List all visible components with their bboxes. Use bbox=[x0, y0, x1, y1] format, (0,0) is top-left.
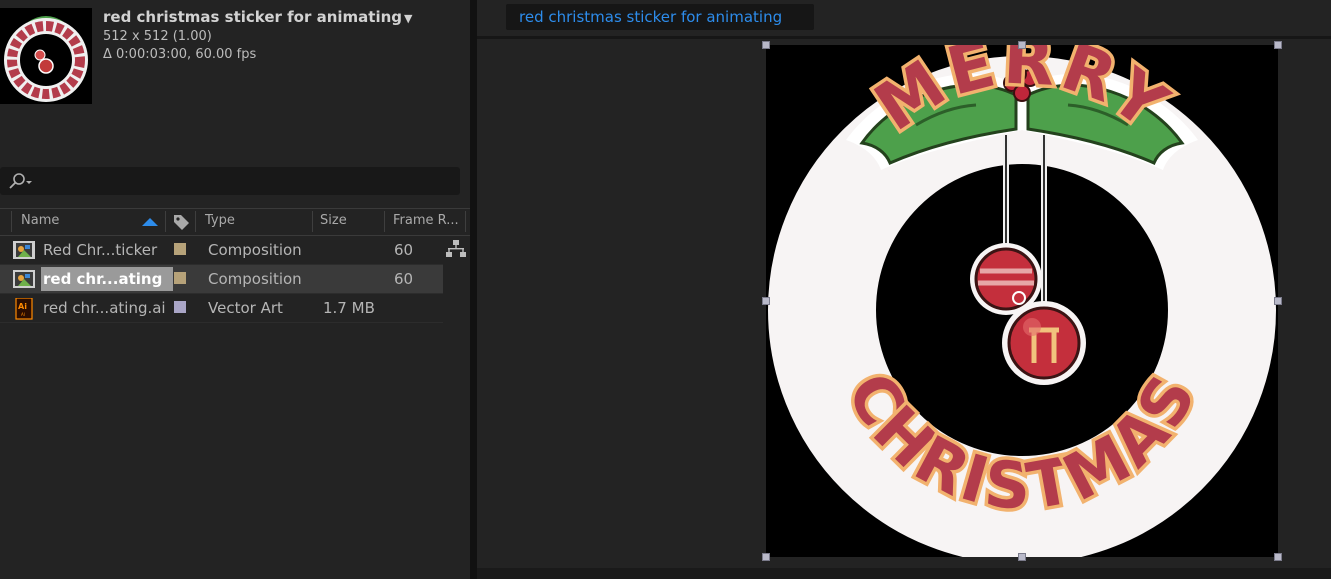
sort-ascending-icon[interactable] bbox=[141, 216, 159, 231]
label-tag-icon[interactable] bbox=[172, 213, 190, 235]
search-icon[interactable] bbox=[8, 172, 34, 194]
transform-handle-bottom-right[interactable] bbox=[1274, 553, 1282, 561]
composition-icon bbox=[12, 240, 36, 260]
item-frame-rate: 60 bbox=[394, 241, 414, 259]
column-separator bbox=[195, 211, 196, 232]
column-header: Name Type Size Frame R... bbox=[0, 208, 470, 236]
composition-info: red christmas sticker for animating ▼ 512… bbox=[103, 8, 412, 62]
list-item[interactable]: Ai AI red chr...ating.ai Vector Art 1.7 … bbox=[0, 294, 443, 323]
svg-text:AI: AI bbox=[21, 312, 25, 317]
column-frame-rate[interactable]: Frame R... bbox=[393, 213, 459, 228]
item-name: red chr...ating.ai bbox=[43, 299, 166, 317]
item-name-rename-field[interactable]: red chr...ating bbox=[41, 267, 174, 291]
tab-divider bbox=[477, 36, 1331, 39]
transform-handle-left[interactable] bbox=[762, 297, 770, 305]
column-separator bbox=[312, 211, 313, 232]
composition-title-text: red christmas sticker for animating bbox=[103, 8, 403, 26]
item-type: Composition bbox=[208, 270, 302, 288]
composition-thumbnail bbox=[0, 8, 92, 104]
search-input[interactable] bbox=[0, 167, 460, 195]
label-color-swatch[interactable] bbox=[174, 301, 186, 313]
composition-duration: Δ 0:00:03:00, 60.00 fps bbox=[103, 47, 257, 62]
svg-text:Ai: Ai bbox=[18, 302, 27, 311]
item-type: Vector Art bbox=[208, 299, 283, 317]
item-frame-rate: 60 bbox=[394, 270, 414, 288]
list-item[interactable]: red chr...ating Composition 60 bbox=[0, 265, 443, 294]
column-size[interactable]: Size bbox=[320, 213, 347, 228]
item-name: Red Chr...ticker bbox=[43, 241, 158, 259]
composition-title[interactable]: red christmas sticker for animating ▼ bbox=[103, 8, 412, 26]
composition-icon bbox=[12, 269, 36, 289]
composition-canvas[interactable]: MERRY CHRISTMAS bbox=[766, 18, 1278, 564]
flowchart-icon[interactable] bbox=[446, 240, 466, 262]
composition-tab-label: red christmas sticker for animating bbox=[519, 8, 783, 26]
transform-handle-top[interactable] bbox=[1018, 41, 1026, 49]
dropdown-arrow-icon[interactable]: ▼ bbox=[404, 12, 412, 25]
composition-dimensions: 512 x 512 (1.00) bbox=[103, 29, 212, 44]
panel-divider[interactable] bbox=[470, 0, 477, 579]
transform-handle-right[interactable] bbox=[1274, 297, 1282, 305]
transform-handle-top-left[interactable] bbox=[762, 41, 770, 49]
item-type: Composition bbox=[208, 241, 302, 259]
item-size: 1.7 MB bbox=[323, 299, 375, 317]
illustrator-file-icon: Ai AI bbox=[12, 297, 36, 320]
sticker-artwork: MERRY CHRISTMAS bbox=[766, 18, 1278, 564]
list-item[interactable]: Red Chr...ticker Composition 60 bbox=[0, 236, 443, 265]
column-type[interactable]: Type bbox=[205, 213, 235, 228]
transform-handle-bottom[interactable] bbox=[1018, 553, 1026, 561]
composition-tab[interactable]: red christmas sticker for animating bbox=[506, 4, 814, 30]
transform-handle-bottom-left[interactable] bbox=[762, 553, 770, 561]
label-color-swatch[interactable] bbox=[174, 243, 186, 255]
column-name[interactable]: Name bbox=[21, 213, 59, 228]
column-separator bbox=[465, 211, 466, 232]
viewer-toolbar bbox=[477, 568, 1331, 579]
project-item-list: Red Chr...ticker Composition 60 red chr.… bbox=[0, 236, 470, 323]
column-separator bbox=[11, 211, 12, 232]
label-color-swatch[interactable] bbox=[174, 272, 186, 284]
transform-handle-top-right[interactable] bbox=[1274, 41, 1282, 49]
column-separator bbox=[384, 211, 385, 232]
column-separator bbox=[165, 211, 166, 232]
project-panel: red christmas sticker for animating ▼ 512… bbox=[0, 0, 470, 579]
